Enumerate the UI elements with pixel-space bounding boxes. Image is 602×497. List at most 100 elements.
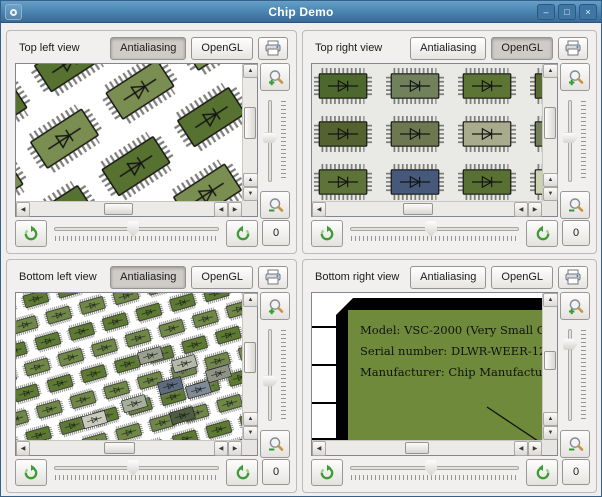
zoom-out-button[interactable] <box>560 430 590 458</box>
scroll-down-icon[interactable]: ▼ <box>543 426 558 440</box>
slider-handle[interactable] <box>425 221 438 237</box>
slider-handle[interactable] <box>425 460 438 476</box>
vertical-scrollbar[interactable]: ▲ ▲ ▼ <box>542 293 558 440</box>
print-button[interactable] <box>558 36 588 60</box>
scroll-left-icon[interactable]: ◀ <box>214 441 228 456</box>
slider-handle[interactable] <box>263 375 278 387</box>
scrollbar-thumb[interactable] <box>544 351 556 370</box>
scroll-left-icon[interactable]: ◀ <box>514 441 528 456</box>
title-bar[interactable]: Chip Demo – □ × <box>1 1 601 23</box>
zoom-in-button[interactable] <box>560 63 590 91</box>
slider-handle[interactable] <box>127 460 140 476</box>
scroll-up-icon[interactable]: ▲ <box>543 293 558 307</box>
opengl-button[interactable]: OpenGL <box>491 36 553 60</box>
rotate-slider[interactable] <box>348 219 521 247</box>
scroll-right-icon[interactable]: ▶ <box>528 202 542 217</box>
slider-handle[interactable] <box>263 132 278 144</box>
scrollbar-thumb[interactable] <box>404 442 430 454</box>
graphics-view[interactable]: Model: VSC-2000 (Very Small Chip) at 9 S… <box>312 293 542 440</box>
scrollbar-thumb[interactable] <box>544 106 556 139</box>
horizontal-scrollbar[interactable]: ◀ ◀ ▶ <box>16 201 242 217</box>
zoom-out-button[interactable] <box>260 191 290 219</box>
graphics-view[interactable] <box>16 293 242 440</box>
rotate-slider[interactable] <box>348 458 521 486</box>
zoom-out-button[interactable] <box>560 191 590 219</box>
reset-button[interactable]: 0 <box>562 220 590 246</box>
zoom-slider[interactable] <box>560 98 590 184</box>
minimize-button[interactable]: – <box>537 4 555 20</box>
close-button[interactable]: × <box>579 4 597 20</box>
antialiasing-button[interactable]: Antialiasing <box>110 265 187 289</box>
scroll-left-icon[interactable]: ◀ <box>16 202 30 217</box>
zoom-in-button[interactable] <box>260 63 290 91</box>
rotate-right-button[interactable] <box>526 458 558 486</box>
vertical-scrollbar[interactable]: ▲ ▲ ▼ <box>242 293 258 440</box>
horizontal-scrollbar[interactable]: ◀ ◀ ▶ <box>16 440 242 456</box>
printer-icon <box>265 269 281 285</box>
scroll-left-icon[interactable]: ◀ <box>214 202 228 217</box>
scroll-right-icon[interactable]: ▶ <box>528 441 542 456</box>
zoom-out-button[interactable] <box>260 430 290 458</box>
scrollbar-thumb[interactable] <box>244 341 256 374</box>
scroll-up-icon[interactable]: ▲ <box>543 173 558 187</box>
rotate-left-button[interactable] <box>311 219 343 247</box>
rotate-left-button[interactable] <box>311 458 343 486</box>
opengl-button[interactable]: OpenGL <box>191 36 253 60</box>
rotate-left-button[interactable] <box>15 219 47 247</box>
panel-top-left: Top left view Antialiasing OpenGL ▲ ▲ ▼ … <box>6 30 297 254</box>
zoom-slider[interactable] <box>260 327 290 423</box>
print-button[interactable] <box>558 265 588 289</box>
scroll-left-icon[interactable]: ◀ <box>514 202 528 217</box>
graphics-view[interactable] <box>16 64 242 201</box>
slider-handle[interactable] <box>127 221 140 237</box>
antialiasing-button[interactable]: Antialiasing <box>410 265 487 289</box>
reset-button[interactable]: 0 <box>262 220 290 246</box>
scroll-down-icon[interactable]: ▼ <box>243 426 258 440</box>
scroll-up-icon[interactable]: ▲ <box>543 412 558 426</box>
scrollbar-thumb[interactable] <box>403 203 434 215</box>
slider-handle[interactable] <box>563 338 578 350</box>
reset-button[interactable]: 0 <box>262 459 290 485</box>
scroll-right-icon[interactable]: ▶ <box>228 441 242 456</box>
print-button[interactable] <box>258 265 288 289</box>
antialiasing-button[interactable]: Antialiasing <box>110 36 187 60</box>
rotate-right-button[interactable] <box>226 219 258 247</box>
vertical-scrollbar[interactable]: ▲ ▲ ▼ <box>242 64 258 201</box>
scroll-up-icon[interactable]: ▲ <box>243 412 258 426</box>
rotate-right-button[interactable] <box>526 219 558 247</box>
print-button[interactable] <box>258 36 288 60</box>
horizontal-scrollbar[interactable]: ◀ ◀ ▶ <box>312 201 542 217</box>
scroll-up-icon[interactable]: ▲ <box>243 293 258 307</box>
scrollbar-thumb[interactable] <box>244 106 256 139</box>
antialiasing-button[interactable]: Antialiasing <box>410 36 487 60</box>
scroll-up-icon[interactable]: ▲ <box>243 64 258 78</box>
zoom-in-button[interactable] <box>260 292 290 320</box>
zoom-slider[interactable] <box>260 98 290 184</box>
scroll-up-icon[interactable]: ▲ <box>543 64 558 78</box>
rotate-right-button[interactable] <box>226 458 258 486</box>
zoom-out-icon <box>567 197 583 212</box>
scrollbar-thumb[interactable] <box>103 203 134 215</box>
scrollbar-thumb[interactable] <box>103 442 135 454</box>
horizontal-scrollbar[interactable]: ◀ ◀ ▶ <box>312 440 542 456</box>
zoom-slider[interactable] <box>560 327 590 423</box>
scroll-up-icon[interactable]: ▲ <box>243 173 258 187</box>
opengl-button[interactable]: OpenGL <box>491 265 553 289</box>
scroll-left-icon[interactable]: ◀ <box>16 441 30 456</box>
scroll-right-icon[interactable]: ▶ <box>228 202 242 217</box>
graphics-view[interactable] <box>312 64 542 201</box>
slider-handle[interactable] <box>563 132 578 144</box>
vertical-scrollbar[interactable]: ▲ ▲ ▼ <box>542 64 558 201</box>
reset-button[interactable]: 0 <box>562 459 590 485</box>
scroll-left-icon[interactable]: ◀ <box>312 202 326 217</box>
zoom-in-button[interactable] <box>560 292 590 320</box>
chip-scene: Model: VSC-2000 (Very Small Chip) at 9 S… <box>312 293 542 440</box>
maximize-button[interactable]: □ <box>558 4 576 20</box>
scroll-down-icon[interactable]: ▼ <box>543 187 558 201</box>
opengl-button[interactable]: OpenGL <box>191 265 253 289</box>
rotate-slider[interactable] <box>52 458 221 486</box>
scroll-left-icon[interactable]: ◀ <box>312 441 326 456</box>
scroll-down-icon[interactable]: ▼ <box>243 187 258 201</box>
rotate-slider[interactable] <box>52 219 221 247</box>
rotate-left-button[interactable] <box>15 458 47 486</box>
